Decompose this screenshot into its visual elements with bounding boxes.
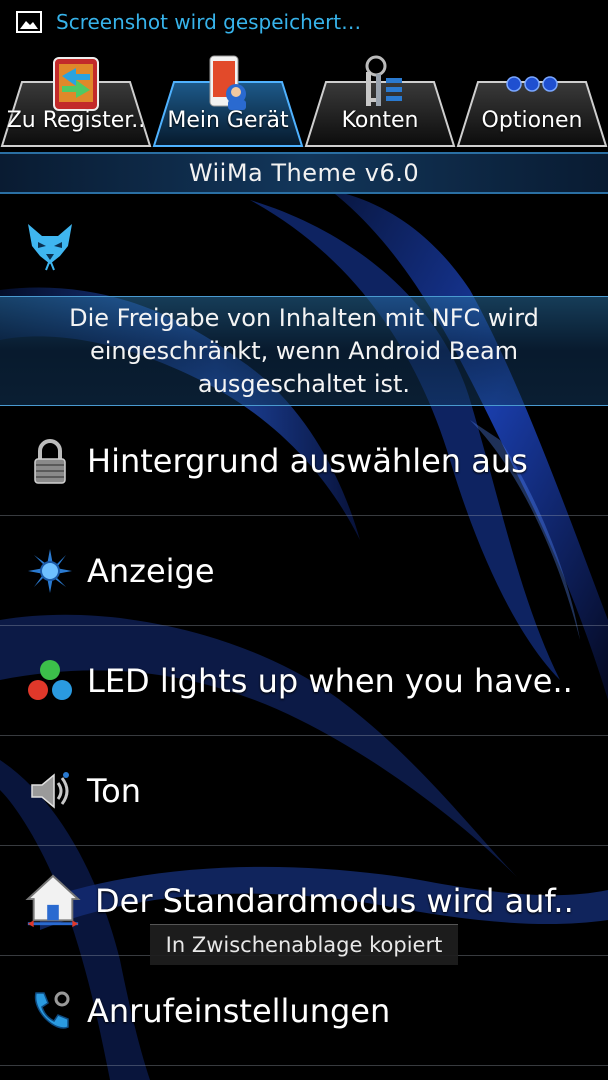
- list-item-call-settings[interactable]: Anrufeinstellungen: [0, 956, 608, 1066]
- tab-label: Zu Register..: [6, 108, 146, 133]
- list-item-wallpaper[interactable]: Hintergrund auswählen aus: [0, 406, 608, 516]
- list-item-sound[interactable]: Ton: [0, 736, 608, 846]
- tab-my-device[interactable]: Mein Gerät: [152, 50, 304, 150]
- device-icon: [209, 55, 246, 110]
- settings-list: Hintergrund auswählen aus Anzeige LED li…: [0, 406, 608, 1066]
- phone-icon: [34, 991, 70, 1029]
- home-icon: [25, 874, 81, 927]
- tab-options[interactable]: Optionen: [456, 50, 608, 150]
- register-icon: [53, 57, 99, 111]
- status-bar: Screenshot wird gespeichert…: [0, 0, 608, 44]
- tab-bar: Zu Register.. Mein Gerät Konten Optionen: [0, 44, 608, 152]
- notification-text: Screenshot wird gespeichert…: [56, 10, 362, 34]
- list-item-label: Der Standardmodus wird auf..: [95, 881, 574, 920]
- list-item-label: LED lights up when you have..: [87, 661, 573, 700]
- list-item-label: Anzeige: [87, 551, 215, 590]
- tab-accounts[interactable]: Konten: [304, 50, 456, 150]
- fox-icon: [28, 224, 72, 271]
- tab-label: Konten: [341, 108, 419, 133]
- page-title: WiiMa Theme v6.0: [188, 159, 420, 187]
- list-item-display[interactable]: Anzeige: [0, 516, 608, 626]
- list-item-led[interactable]: LED lights up when you have..: [0, 626, 608, 736]
- toast-message: In Zwischenablage kopiert: [150, 924, 458, 965]
- keys-icon: [365, 55, 402, 106]
- tab-register[interactable]: Zu Register..: [0, 50, 152, 150]
- list-item-label: Anrufeinstellungen: [87, 991, 391, 1030]
- lock-icon: [34, 438, 66, 484]
- led-icon: [28, 659, 72, 700]
- tab-label: Mein Gerät: [167, 108, 289, 133]
- options-icon: [506, 76, 558, 92]
- list-item-label: Ton: [87, 771, 141, 810]
- theme-title-bar: WiiMa Theme v6.0: [0, 152, 608, 194]
- nfc-notice-banner: Die Freigabe von Inhalten mit NFC wird e…: [0, 296, 608, 406]
- display-icon: [28, 548, 72, 593]
- toast-text: In Zwischenablage kopiert: [165, 933, 443, 957]
- list-item-label: Hintergrund auswählen aus: [87, 441, 528, 480]
- speaker-icon: [31, 771, 69, 809]
- nfc-notice-text: Die Freigabe von Inhalten mit NFC wird e…: [69, 303, 539, 398]
- tab-label: Optionen: [481, 108, 583, 133]
- image-icon: [16, 11, 42, 33]
